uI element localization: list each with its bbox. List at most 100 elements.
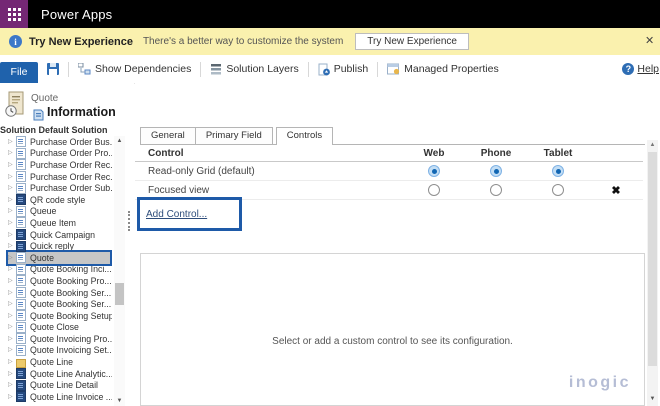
solution-layers-button[interactable]: Solution Layers [210,63,299,75]
tree-item[interactable]: Purchase Order Pro... [8,147,112,160]
radio-tablet[interactable] [552,165,564,177]
main-scrollbar[interactable] [647,140,658,406]
expand-icon[interactable] [8,290,16,296]
radio-phone[interactable] [490,165,502,177]
tree-item-label: Quick Campaign [30,229,96,240]
tree-item[interactable]: Quote Booking Inci... [8,263,112,276]
tree-item[interactable]: Quote Line Detail [8,379,112,391]
expand-icon[interactable] [8,150,16,156]
managed-properties-icon [387,63,400,75]
tree-item[interactable]: Quick Campaign [8,229,112,241]
tree-item[interactable]: Quote Line Invoice ... [8,391,112,403]
entity-icon [16,229,26,241]
entity-icon [16,358,26,368]
top-app-bar: Power Apps [0,0,660,28]
scroll-up-icon[interactable] [114,136,125,146]
tree-scrollbar[interactable] [114,136,125,406]
expand-icon[interactable] [8,313,16,319]
expand-icon[interactable] [8,185,16,191]
file-menu-button[interactable]: File [0,61,38,83]
show-dependencies-label: Show Dependencies [95,63,192,75]
expand-icon[interactable] [8,255,16,261]
expand-icon[interactable] [8,197,16,203]
power-apps-window: Power Apps i Try New Experience There's … [0,0,660,406]
notification-message: There's a better way to customize the sy… [142,36,344,47]
tree-item-label: Quote Booking Setup [30,310,112,321]
expand-icon[interactable] [8,394,16,400]
close-icon[interactable]: ✕ [645,34,659,47]
radio-web[interactable] [428,184,440,196]
tree-item[interactable]: Purchase Order Bus... [8,136,112,148]
expand-icon[interactable] [8,382,16,388]
radio-tablet[interactable] [552,184,564,196]
tree-item[interactable]: QR code style [8,194,112,206]
expand-icon[interactable] [8,347,16,353]
entity-icon [16,263,26,275]
tree-item[interactable]: Quote [6,250,112,266]
expand-icon[interactable] [8,243,16,249]
entity-icon [16,217,26,229]
controls-table: Control Web Phone Tablet Read-only Grid … [135,145,643,200]
scroll-down-icon[interactable] [114,396,125,406]
save-button[interactable] [47,63,59,75]
expand-icon[interactable] [8,139,16,145]
tree-item[interactable]: Purchase Order Rec... [8,171,112,183]
tree-item[interactable]: Quote Line Analytic... [8,368,112,380]
tree-item[interactable]: Quote Close [8,321,112,334]
expand-icon[interactable] [8,208,16,214]
try-new-experience-button[interactable]: Try New Experience [355,33,469,50]
tree-item[interactable]: Queue [8,205,112,218]
help-button[interactable]: ? Help [622,55,660,83]
expand-icon[interactable] [8,371,16,377]
tree-item[interactable]: Quick reply [8,240,112,252]
radio-web[interactable] [428,165,440,177]
tab[interactable]: Controls [275,127,334,145]
tree-scrollbar-thumb[interactable] [115,283,124,305]
expand-icon[interactable] [8,301,16,307]
tree-item[interactable]: Quote Booking Pro... [8,275,112,287]
app-title: Power Apps [41,6,113,22]
add-control-link[interactable]: Add Control... [146,209,207,220]
expand-icon[interactable] [8,324,16,330]
expand-icon[interactable] [8,266,16,272]
tab[interactable]: General [140,127,196,144]
entity-name-label: Quote [31,93,59,104]
tree-item[interactable]: Quote Line [8,356,112,368]
entity-icon [16,298,26,310]
expand-icon[interactable] [8,278,16,284]
dependencies-icon [78,63,91,75]
app-launcher-waffle-icon[interactable] [0,0,28,28]
tree-item[interactable]: Purchase Order Rec... [8,159,112,171]
tree-item[interactable]: Quote Invoicing Pro... [8,333,112,345]
expand-icon[interactable] [8,232,16,238]
radio-phone[interactable] [490,184,502,196]
tree-item-label: Quote Line Analytic... [30,368,112,379]
notification-title: Try New Experience [29,35,133,48]
control-name: Focused view [148,184,210,196]
expand-icon[interactable] [8,220,16,226]
show-dependencies-button[interactable]: Show Dependencies [78,63,191,75]
scroll-up-icon[interactable] [647,140,658,150]
tree-item[interactable]: Quote Invoicing Set... [8,344,112,357]
control-row[interactable]: Read-only Grid (default) [135,162,643,181]
tree-item[interactable]: Quote Booking Ser... [8,298,112,310]
scroll-down-icon[interactable] [647,394,658,404]
expand-icon[interactable] [8,359,16,365]
expand-icon[interactable] [8,174,16,180]
entity-icon [16,275,26,287]
expand-icon[interactable] [8,336,16,342]
expand-icon[interactable] [8,162,16,168]
tree-item[interactable]: Purchase Order Sub... [8,182,112,194]
help-icon: ? [622,63,635,75]
tree-item[interactable]: Quote Booking Ser... [8,287,112,299]
managed-properties-button[interactable]: Managed Properties [387,63,499,75]
tab[interactable]: Primary Field [195,127,273,144]
publish-button[interactable]: Publish [318,63,368,76]
tree-item[interactable]: Queue Item [8,217,112,229]
entity-icon [16,368,26,380]
main-scrollbar-thumb[interactable] [648,152,657,366]
pane-splitter-grip[interactable] [128,211,130,231]
entity-icon [16,344,26,356]
remove-control-icon[interactable]: ✖ [589,184,643,197]
tree-item[interactable]: Quote Booking Setup [8,310,112,322]
